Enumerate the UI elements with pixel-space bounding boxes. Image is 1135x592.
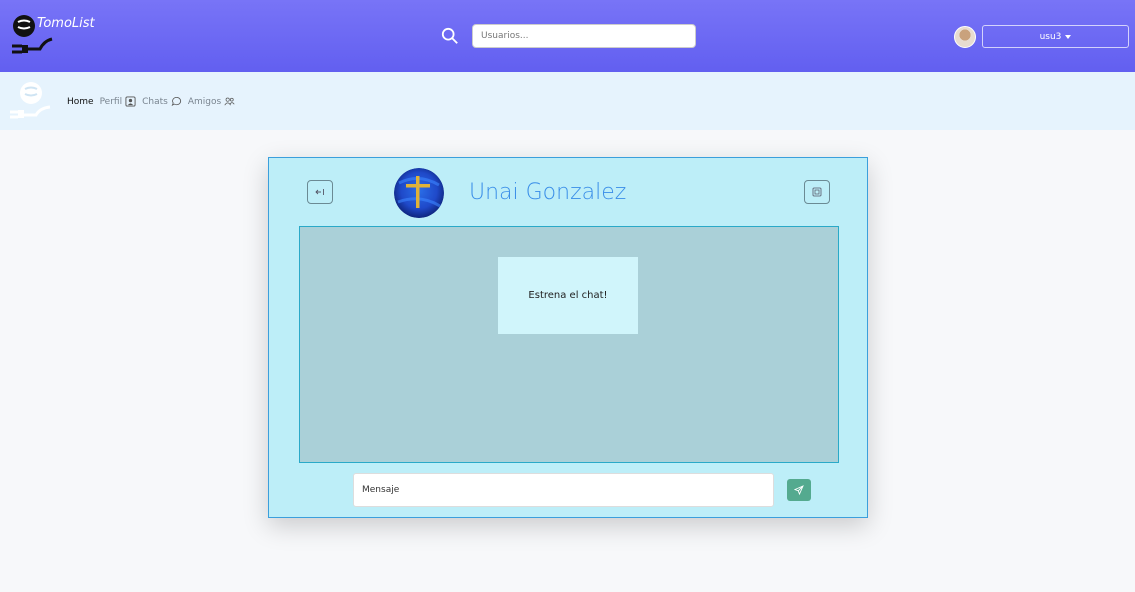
message-input[interactable] xyxy=(353,473,774,507)
chat-icon xyxy=(171,96,181,107)
messages-area[interactable]: Estrena el chat! xyxy=(299,226,839,463)
main-nav: Home Perfil Chats Amigos xyxy=(67,96,241,107)
nav-chats-label: Chats xyxy=(142,96,168,107)
nav-perfil-label: Perfil xyxy=(99,96,123,107)
tomolist-logo-small-icon[interactable] xyxy=(8,80,54,124)
contact-avatar[interactable] xyxy=(394,168,444,218)
nav-home-label: Home xyxy=(67,96,94,107)
nav-home[interactable]: Home xyxy=(67,97,94,107)
user-menu-label: usu3 xyxy=(1039,31,1062,42)
top-navbar: TomoList usu3 xyxy=(0,0,1135,72)
arrow-left-bar-icon xyxy=(315,189,324,195)
nav-perfil[interactable]: Perfil xyxy=(100,96,137,107)
user-menu-button[interactable]: usu3 xyxy=(982,25,1129,48)
people-icon xyxy=(224,97,235,106)
empty-chat-text: Estrena el chat! xyxy=(528,290,608,301)
user-avatar[interactable] xyxy=(954,26,976,48)
user-search-input[interactable] xyxy=(472,24,696,48)
nav-amigos[interactable]: Amigos xyxy=(188,96,235,107)
chat-card: Unai Gonzalez Estrena el chat! xyxy=(268,157,868,518)
nav-amigos-label: Amigos xyxy=(187,96,222,107)
back-button[interactable] xyxy=(307,180,333,204)
caret-down-icon xyxy=(1065,34,1072,39)
person-square-icon xyxy=(812,187,822,197)
asturias-flag-icon xyxy=(394,168,444,218)
send-icon xyxy=(794,485,804,495)
nav-chats[interactable]: Chats xyxy=(142,96,182,107)
send-button[interactable] xyxy=(787,479,811,501)
empty-chat-notice: Estrena el chat! xyxy=(498,257,638,334)
profile-info-button[interactable] xyxy=(804,180,830,204)
person-badge-icon xyxy=(125,96,136,107)
search-icon[interactable] xyxy=(441,27,459,45)
brand-name[interactable]: TomoList xyxy=(37,16,95,31)
contact-name: Unai Gonzalez xyxy=(469,180,627,205)
